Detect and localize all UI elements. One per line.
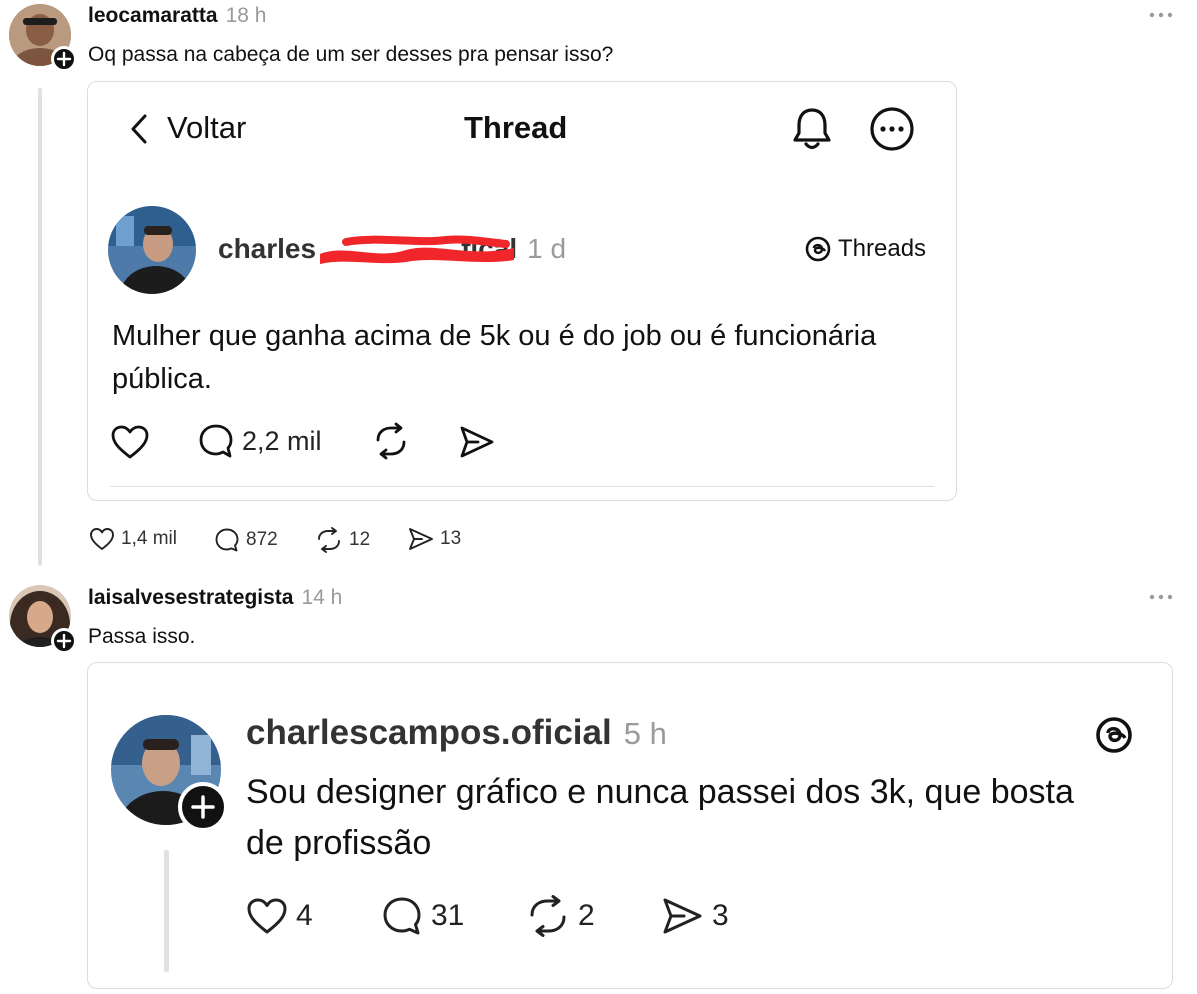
reply-count: 31: [431, 899, 465, 932]
like-count: 1,4 mil: [121, 528, 177, 549]
reply-bubble-icon[interactable]: [198, 422, 234, 460]
repost-count: 12: [349, 529, 371, 550]
threads-brand-label: Threads: [838, 235, 927, 262]
threads-logo-icon: [804, 235, 832, 263]
repost-icon[interactable]: [315, 527, 343, 553]
repost-icon[interactable]: [372, 422, 410, 460]
embedded-screenshot-card[interactable]: Voltar Thread charles fic al 1 d Threads…: [87, 81, 957, 501]
embed-time: 5 h: [623, 716, 667, 751]
thread-line: [38, 88, 42, 566]
author-avatar[interactable]: [108, 206, 196, 294]
bell-icon[interactable]: [791, 106, 833, 152]
author-name[interactable]: charlescampos.oficial: [246, 713, 612, 753]
username[interactable]: leocamaratta: [88, 4, 218, 28]
follow-plus-icon[interactable]: [178, 782, 228, 832]
reply-icon[interactable]: [214, 527, 240, 553]
embed-post-text: Mulher que ganha acima de 5k ou é do job…: [112, 320, 877, 395]
repost-icon[interactable]: [526, 895, 570, 937]
timestamp: 14 h: [301, 586, 343, 609]
follow-plus-icon[interactable]: [51, 46, 77, 72]
redaction-scribble: [316, 234, 518, 273]
share-count: 13: [440, 528, 462, 549]
share-send-icon[interactable]: [458, 424, 496, 460]
reply-count: 2,2 mil: [242, 425, 322, 456]
reply-bubble-icon[interactable]: [381, 895, 423, 937]
more-circle-icon[interactable]: [868, 105, 916, 153]
post-text: Passa isso.: [88, 625, 196, 648]
like-icon[interactable]: [89, 527, 115, 551]
back-label[interactable]: Voltar: [167, 110, 246, 146]
back-chevron-icon[interactable]: [128, 113, 150, 145]
share-send-icon[interactable]: [662, 897, 704, 935]
reply-count: 872: [246, 529, 278, 550]
repost-count: 2: [578, 899, 595, 932]
embedded-screenshot-card[interactable]: charlescampos.oficial 5 h Sou designer g…: [87, 662, 1173, 989]
author-name-start[interactable]: charles: [218, 233, 316, 265]
share-count: 3: [712, 899, 729, 932]
threads-logo-icon: [1094, 715, 1134, 755]
header-title: Thread: [464, 110, 568, 145]
timestamp: 18 h: [225, 4, 267, 27]
more-dots-icon[interactable]: [1148, 10, 1174, 20]
like-count: 4: [296, 899, 313, 932]
share-icon[interactable]: [408, 527, 434, 551]
follow-plus-icon[interactable]: [51, 628, 77, 654]
post-text: Oq passa na cabeça de um ser desses pra …: [88, 43, 614, 66]
embed-time: 1 d: [527, 233, 567, 264]
heart-icon[interactable]: [246, 897, 288, 935]
embed-post-text: Sou designer gráfico e nunca passei dos …: [246, 773, 1074, 862]
divider: [110, 486, 934, 487]
username[interactable]: laisalvesestrategista: [88, 586, 293, 610]
thread-line: [164, 850, 169, 972]
heart-icon[interactable]: [110, 424, 150, 460]
more-dots-icon[interactable]: [1148, 592, 1174, 602]
